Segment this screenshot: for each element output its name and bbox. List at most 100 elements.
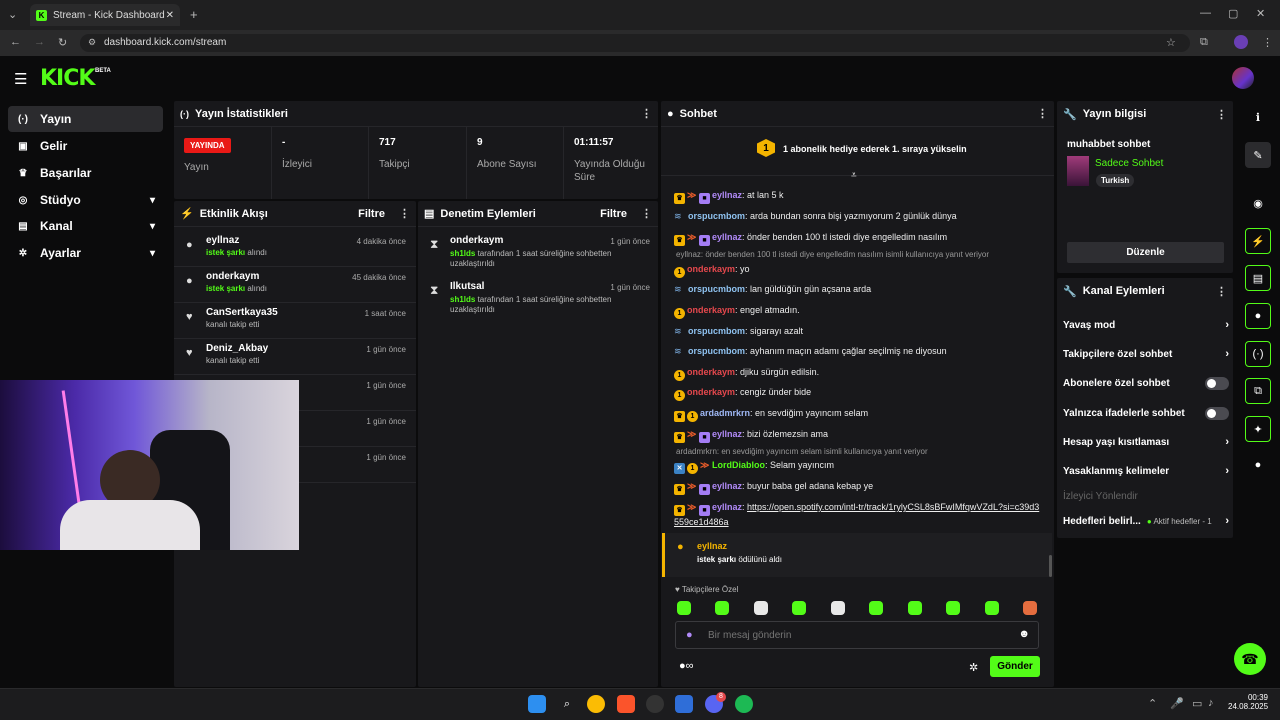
emoji-icon[interactable]: ☻: [1018, 628, 1030, 640]
chat-message[interactable]: 1 onderkaym: djiku sürgün edilsin.: [674, 366, 1044, 381]
expand-icon[interactable]: ⩡: [851, 170, 857, 181]
nav-item-studyo[interactable]: ◎ Stüdyo ▾: [8, 187, 163, 213]
chat-username[interactable]: LordDiabloo: [712, 460, 765, 470]
kebab-menu-icon[interactable]: ⋮: [1216, 108, 1227, 121]
tab-close-icon[interactable]: ✕: [166, 10, 174, 21]
chat-username[interactable]: orspucmbom: [688, 326, 745, 336]
emote[interactable]: [1023, 601, 1037, 615]
chat-message[interactable]: ≋ orspucmbom: lan güldüğün gün açsana ard…: [674, 283, 1044, 296]
banned-words-row[interactable]: Yasaklanmış kelimeler ›: [1063, 461, 1229, 481]
chat-username[interactable]: ardadmrkrn: [700, 408, 750, 418]
chat-username[interactable]: eyllnaz: [712, 429, 742, 439]
kebab-menu-icon[interactable]: ⋮: [1216, 285, 1227, 298]
wrench-icon[interactable]: ✦: [1245, 416, 1271, 442]
site-info-icon[interactable]: ⚙: [88, 37, 96, 48]
chat-username[interactable]: onderkaym: [687, 367, 735, 377]
nav-item-gelir[interactable]: ▣ Gelir: [8, 133, 163, 159]
activity-item[interactable]: ● eyllnaz istek şarkı alındı 4 dakika ön…: [174, 231, 416, 267]
activity-item[interactable]: ♥ Deniz_Akbay kanalı takip etti 1 gün ön…: [174, 339, 416, 375]
goals-row[interactable]: Hedefleri belirl... ● Aktif hedefler - 1 ›: [1063, 511, 1229, 531]
chat-message[interactable]: ♛ ≫ ■ eyllnaz: önder benden 100 tl istedi d…: [674, 231, 1044, 246]
chat-message[interactable]: ♛ ≫ ■ eyllnaz: https://open.spotify.com/int…: [674, 501, 1044, 529]
brave-icon[interactable]: [617, 695, 635, 713]
info-icon[interactable]: ℹ: [1245, 104, 1271, 130]
extensions-icon[interactable]: ⧉: [1200, 36, 1208, 49]
nav-item-kanal[interactable]: ▤ Kanal ▾: [8, 213, 163, 239]
send-button[interactable]: Gönder: [990, 656, 1040, 677]
close-window-icon[interactable]: ✕: [1256, 7, 1265, 20]
points-icon[interactable]: ●∞: [679, 660, 694, 672]
follower-chat-row[interactable]: Takipçilere özel sohbet ›: [1063, 344, 1229, 364]
account-age-row[interactable]: Hesap yaşı kısıtlaması ›: [1063, 432, 1229, 452]
emote[interactable]: [946, 601, 960, 615]
chat-message[interactable]: 1 onderkaym: cengiz ünder bide: [674, 386, 1044, 401]
kick-logo[interactable]: KICK: [40, 66, 95, 91]
spotify-icon[interactable]: [735, 695, 753, 713]
moderation-item[interactable]: ⧗ onderkaym sh1lds tarafından 1 saat sür…: [418, 229, 660, 275]
pencil-icon[interactable]: ✎: [1245, 142, 1271, 168]
focus-icon[interactable]: ◉: [1245, 190, 1271, 216]
tab-list-icon[interactable]: ⌄: [8, 8, 17, 21]
support-button[interactable]: ☎: [1234, 643, 1266, 675]
reload-icon[interactable]: ↻: [58, 36, 67, 49]
back-icon[interactable]: ←: [10, 36, 21, 48]
user-avatar[interactable]: [1232, 67, 1254, 89]
browser-menu-icon[interactable]: ⋮: [1262, 36, 1273, 49]
broadcast-icon[interactable]: (·): [1245, 341, 1271, 367]
emote[interactable]: [869, 601, 883, 615]
emote[interactable]: [792, 601, 806, 615]
chat-username[interactable]: orspucmbom: [688, 284, 745, 294]
points-icon[interactable]: ●: [1245, 452, 1271, 478]
edit-button[interactable]: Düzenle: [1067, 242, 1224, 263]
kebab-menu-icon[interactable]: ⋮: [641, 207, 652, 220]
list-icon[interactable]: ▤: [1245, 265, 1271, 291]
emote[interactable]: [831, 601, 845, 615]
chat-message[interactable]: 1 onderkaym: engel atmadın.: [674, 304, 1044, 319]
moderation-item[interactable]: ⧗ Ilkutsal sh1lds tarafından 1 saat süre…: [418, 275, 660, 321]
chat-username[interactable]: eyllnaz: [712, 232, 742, 242]
nav-item-yayin[interactable]: (·) Yayın: [8, 106, 163, 132]
chat-username[interactable]: eyllnaz: [712, 502, 742, 512]
chat-message[interactable]: ♛ ≫ ■ eyllnaz: bizi özlemezsin ama: [674, 428, 1044, 443]
browser-tab[interactable]: K Stream - Kick Dashboard ✕: [30, 4, 180, 26]
chat-message[interactable]: ≋ orspucmbom: sigarayı azalt: [674, 325, 1044, 338]
chat-input-box[interactable]: ● ☻: [675, 621, 1039, 649]
kebab-menu-icon[interactable]: ⋮: [641, 107, 652, 120]
activity-item[interactable]: ● onderkaym istek şarkı alındı 45 dakika…: [174, 267, 416, 303]
microphone-tray-icon[interactable]: 🎤: [1170, 697, 1184, 710]
chat-message[interactable]: ♛ ≫ ■ eyllnaz: at lan 5 k: [674, 189, 1044, 204]
chat-username[interactable]: onderkaym: [687, 305, 735, 315]
chat-message[interactable]: 1 onderkaym: yo: [674, 263, 1044, 278]
display-icon[interactable]: ▭: [1192, 697, 1202, 710]
filter-button[interactable]: Filtre: [358, 208, 385, 220]
emote-chat-toggle[interactable]: [1205, 406, 1229, 420]
url-field[interactable]: dashboard.kick.com/stream: [80, 34, 1190, 52]
new-tab-icon[interactable]: +: [190, 7, 198, 22]
kebab-menu-icon[interactable]: ⋮: [399, 207, 410, 220]
chat-message[interactable]: ≋ orspucmbom: arda bundan sonra bişi yazm…: [674, 210, 1044, 223]
bookmark-star-icon[interactable]: ☆: [1166, 36, 1176, 49]
chat-username[interactable]: onderkaym: [687, 264, 735, 274]
chat-scrollbar[interactable]: [1049, 555, 1052, 577]
maximize-icon[interactable]: ▢: [1228, 7, 1238, 20]
tray-clock[interactable]: 00:39 24.08.2025: [1228, 693, 1268, 711]
slow-mode-row[interactable]: Yavaş mod ›: [1063, 315, 1229, 335]
filter-button[interactable]: Filtre: [600, 208, 627, 220]
chat-icon[interactable]: ●: [1245, 303, 1271, 329]
chat-username[interactable]: eyllnaz: [712, 190, 742, 200]
emote-tab[interactable]: ♥ Takipçilere Özel: [675, 585, 738, 594]
moderation-icon[interactable]: ⧉: [1245, 378, 1271, 404]
chat-username[interactable]: orspucmbom: [688, 211, 745, 221]
chat-message[interactable]: ≋ orspucmbom: ayhanım maçın adamı çağlar …: [674, 345, 1044, 358]
search-icon[interactable]: ⌕: [558, 695, 576, 713]
chat-message[interactable]: ♛ 1 ardadmrkrn: en sevdiğim yayıncım selam: [674, 407, 1044, 422]
kebab-menu-icon[interactable]: ⋮: [1037, 107, 1048, 120]
minimize-icon[interactable]: —: [1200, 7, 1211, 19]
settings-gear-icon[interactable]: ✲: [969, 661, 978, 674]
microphone-icon[interactable]: ●: [686, 629, 693, 641]
emote[interactable]: [908, 601, 922, 615]
volume-icon[interactable]: ♪: [1208, 697, 1214, 709]
activity-item[interactable]: ♥ CanSertkaya35 kanalı takip etti 1 saat…: [174, 303, 416, 339]
emote[interactable]: [715, 601, 729, 615]
chat-username[interactable]: eyllnaz: [712, 481, 742, 491]
